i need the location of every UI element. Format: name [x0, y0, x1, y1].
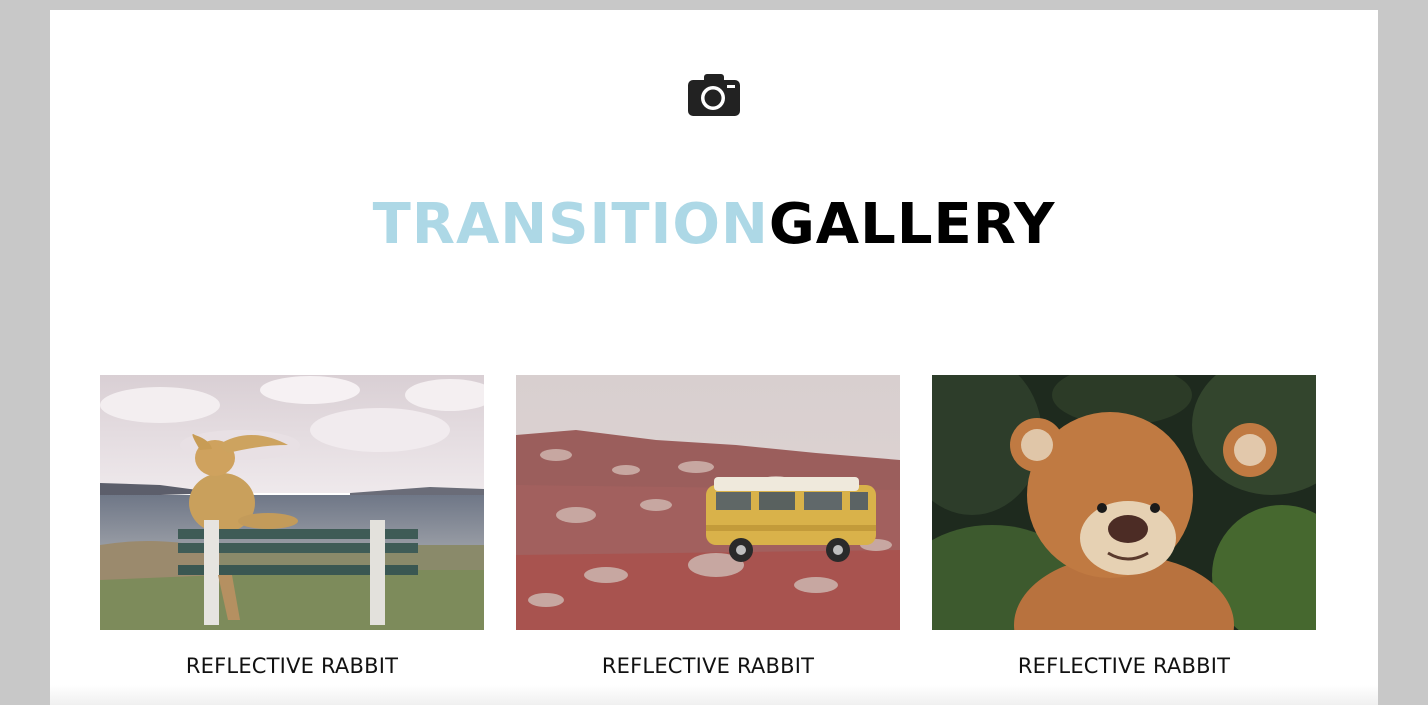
page-title: TRANSITIONGALLERY — [50, 193, 1378, 257]
card-caption: REFLECTIVE RABBIT — [601, 654, 815, 678]
gallery-page: TRANSITIONGALLERY REFLECTIVE RABBIT REFL… — [50, 10, 1378, 705]
gallery-card[interactable]: REFLECTIVE RABBIT — [932, 375, 1316, 678]
bottom-shade — [50, 685, 1378, 705]
yellow-van-photo[interactable] — [516, 375, 900, 630]
gallery-card[interactable]: REFLECTIVE RABBIT — [100, 375, 484, 678]
card-caption: REFLECTIVE RABBIT — [1017, 654, 1231, 678]
teddy-bear-photo[interactable] — [932, 375, 1316, 630]
title-accent: TRANSITION — [372, 192, 769, 257]
title-main: GALLERY — [768, 192, 1056, 257]
camera-icon — [688, 74, 740, 116]
gallery-card[interactable]: REFLECTIVE RABBIT — [516, 375, 900, 678]
card-caption: REFLECTIVE RABBIT — [185, 654, 399, 678]
rabbit-bench-photo[interactable] — [100, 375, 484, 630]
